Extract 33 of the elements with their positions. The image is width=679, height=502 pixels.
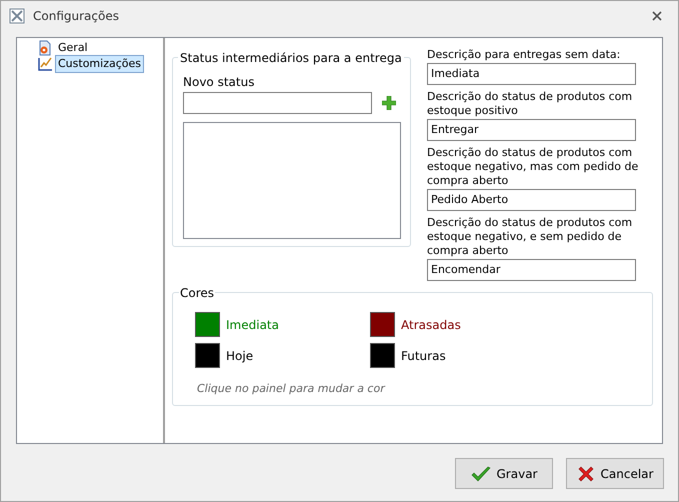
field-label: Descrição do status de produtos com estoque negativo, mas com pedido de compra aberto	[427, 146, 640, 188]
close-icon	[576, 464, 595, 482]
color-label: Imediata	[226, 316, 279, 334]
save-button[interactable]: Gravar	[455, 458, 553, 489]
color-swatch[interactable]	[370, 312, 395, 337]
color-swatch[interactable]	[195, 343, 220, 368]
status-list[interactable]	[183, 122, 401, 239]
field-label: Descrição do status de produtos com estoque negativo, e sem pedido de compra aberto	[427, 216, 634, 258]
tree-item[interactable]: Geral	[55, 38, 91, 58]
plus-icon[interactable]	[382, 96, 396, 110]
color-label: Hoje	[226, 348, 254, 364]
chart-pencil-icon	[37, 56, 53, 72]
color-swatch[interactable]	[370, 343, 395, 368]
field-label: Descrição para entregas sem data:	[427, 48, 622, 62]
group-title: Status intermediários para a entrega	[178, 49, 404, 67]
description-field[interactable]: Encomendar	[427, 259, 636, 281]
app-icon	[9, 8, 25, 24]
hint-text: Clique no painel para mudar a cor	[196, 381, 386, 397]
field-label: Novo status	[183, 74, 256, 91]
document-gear-icon	[37, 40, 53, 56]
checkmark-icon	[470, 466, 490, 482]
window-title: Configurações	[33, 8, 119, 25]
color-label: Atrasadas	[401, 316, 461, 334]
description-field[interactable]: Imediata	[427, 63, 636, 85]
tree-item[interactable]: Customizações	[55, 54, 144, 74]
close-icon[interactable]	[652, 11, 662, 21]
color-label: Futuras	[401, 348, 446, 364]
new-status-field[interactable]	[183, 92, 372, 114]
color-swatch[interactable]	[195, 312, 220, 337]
field-label: Descrição do status de produtos com estoque positivo	[427, 90, 634, 118]
description-field[interactable]: Entregar	[427, 119, 636, 141]
cancel-button[interactable]: Cancelar	[566, 458, 664, 489]
description-field[interactable]: Pedido Aberto	[427, 189, 636, 211]
